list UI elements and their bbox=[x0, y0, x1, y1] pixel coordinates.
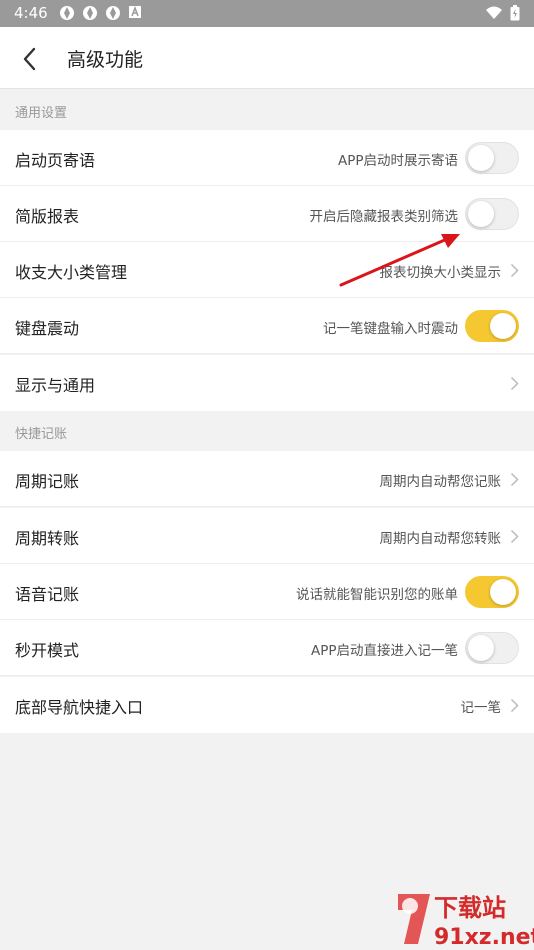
a-notification-icon bbox=[129, 5, 141, 18]
quick-open-mode-toggle[interactable] bbox=[465, 632, 519, 664]
watermark-logo: 下载站 91xz.net bbox=[398, 894, 534, 950]
divider bbox=[0, 506, 534, 507]
battery-icon bbox=[510, 5, 520, 21]
startup-message-toggle[interactable] bbox=[465, 142, 519, 174]
row-periodic-accounting[interactable]: 周期记账 周期内自动帮您记账 bbox=[0, 451, 534, 507]
row-description: 开启后隐藏报表类别筛选 bbox=[309, 209, 459, 225]
page-title: 高级功能 bbox=[67, 49, 144, 71]
row-description: 说话就能智能识别您的账单 bbox=[296, 587, 458, 603]
row-voice-accounting[interactable]: 语音记账 说话就能智能识别您的账单 bbox=[0, 564, 534, 620]
toggle-knob bbox=[468, 635, 494, 661]
section-general-settings: 通用设置 bbox=[0, 90, 534, 130]
row-label: 周期转账 bbox=[15, 529, 80, 548]
toggle-knob bbox=[468, 145, 494, 171]
gear-notification-icon bbox=[83, 6, 97, 20]
chevron-right-icon bbox=[510, 698, 519, 713]
row-description: 报表切换大小类显示 bbox=[379, 265, 502, 281]
row-label: 键盘震动 bbox=[15, 319, 80, 338]
row-keyboard-vibration[interactable]: 键盘震动 记一笔键盘输入时震动 bbox=[0, 298, 534, 354]
simple-report-toggle[interactable] bbox=[465, 198, 519, 230]
row-category-management[interactable]: 收支大小类管理 报表切换大小类显示 bbox=[0, 242, 534, 298]
section-quick-accounting: 快捷记账 bbox=[0, 411, 534, 451]
row-label: 显示与通用 bbox=[15, 376, 96, 395]
app-header: 高级功能 bbox=[0, 27, 534, 89]
row-display-general[interactable]: 显示与通用 bbox=[0, 355, 534, 411]
chevron-right-icon bbox=[510, 529, 519, 544]
row-bottom-nav-shortcut[interactable]: 底部导航快捷入口 记一笔 bbox=[0, 677, 534, 733]
toggle-knob bbox=[490, 579, 516, 605]
section-title: 通用设置 bbox=[15, 106, 68, 121]
chevron-right-icon bbox=[510, 376, 519, 391]
row-label: 秒开模式 bbox=[15, 641, 80, 660]
row-label: 收支大小类管理 bbox=[15, 263, 128, 282]
chevron-right-icon bbox=[510, 263, 519, 278]
row-simple-report[interactable]: 简版报表 开启后隐藏报表类别筛选 bbox=[0, 186, 534, 242]
voice-accounting-toggle[interactable] bbox=[465, 576, 519, 608]
section-title: 快捷记账 bbox=[15, 427, 68, 442]
keyboard-vibration-toggle[interactable] bbox=[465, 310, 519, 342]
toggle-knob bbox=[490, 313, 516, 339]
watermark-title: 下载站 bbox=[434, 894, 506, 922]
gear-notification-icon bbox=[60, 6, 74, 20]
row-startup-message[interactable]: 启动页寄语 APP启动时展示寄语 bbox=[0, 130, 534, 186]
divider bbox=[0, 353, 534, 354]
row-label: 底部导航快捷入口 bbox=[15, 698, 144, 717]
status-time: 4:46 bbox=[14, 4, 48, 22]
row-label: 周期记账 bbox=[15, 472, 80, 491]
row-periodic-transfer[interactable]: 周期转账 周期内自动帮您转账 bbox=[0, 508, 534, 564]
toggle-knob bbox=[468, 201, 494, 227]
divider bbox=[0, 675, 534, 676]
row-quick-open-mode[interactable]: 秒开模式 APP启动直接进入记一笔 bbox=[0, 620, 534, 676]
status-bar: 4:46 bbox=[0, 0, 534, 27]
row-label: 启动页寄语 bbox=[15, 151, 96, 170]
row-description: 周期内自动帮您转账 bbox=[379, 531, 502, 547]
row-description: APP启动时展示寄语 bbox=[337, 153, 458, 169]
row-description: 周期内自动帮您记账 bbox=[379, 474, 502, 490]
watermark-url: 91xz.net bbox=[434, 925, 534, 950]
chevron-left-icon[interactable] bbox=[18, 46, 44, 72]
chevron-right-icon bbox=[510, 472, 519, 487]
row-description: 记一笔键盘输入时震动 bbox=[323, 321, 458, 337]
row-label: 语音记账 bbox=[15, 585, 80, 604]
gear-notification-icon bbox=[106, 6, 120, 20]
row-description: 记一笔 bbox=[460, 700, 502, 716]
row-description: APP启动直接进入记一笔 bbox=[310, 643, 458, 659]
row-label: 简版报表 bbox=[15, 207, 80, 226]
wifi-icon bbox=[486, 6, 502, 19]
